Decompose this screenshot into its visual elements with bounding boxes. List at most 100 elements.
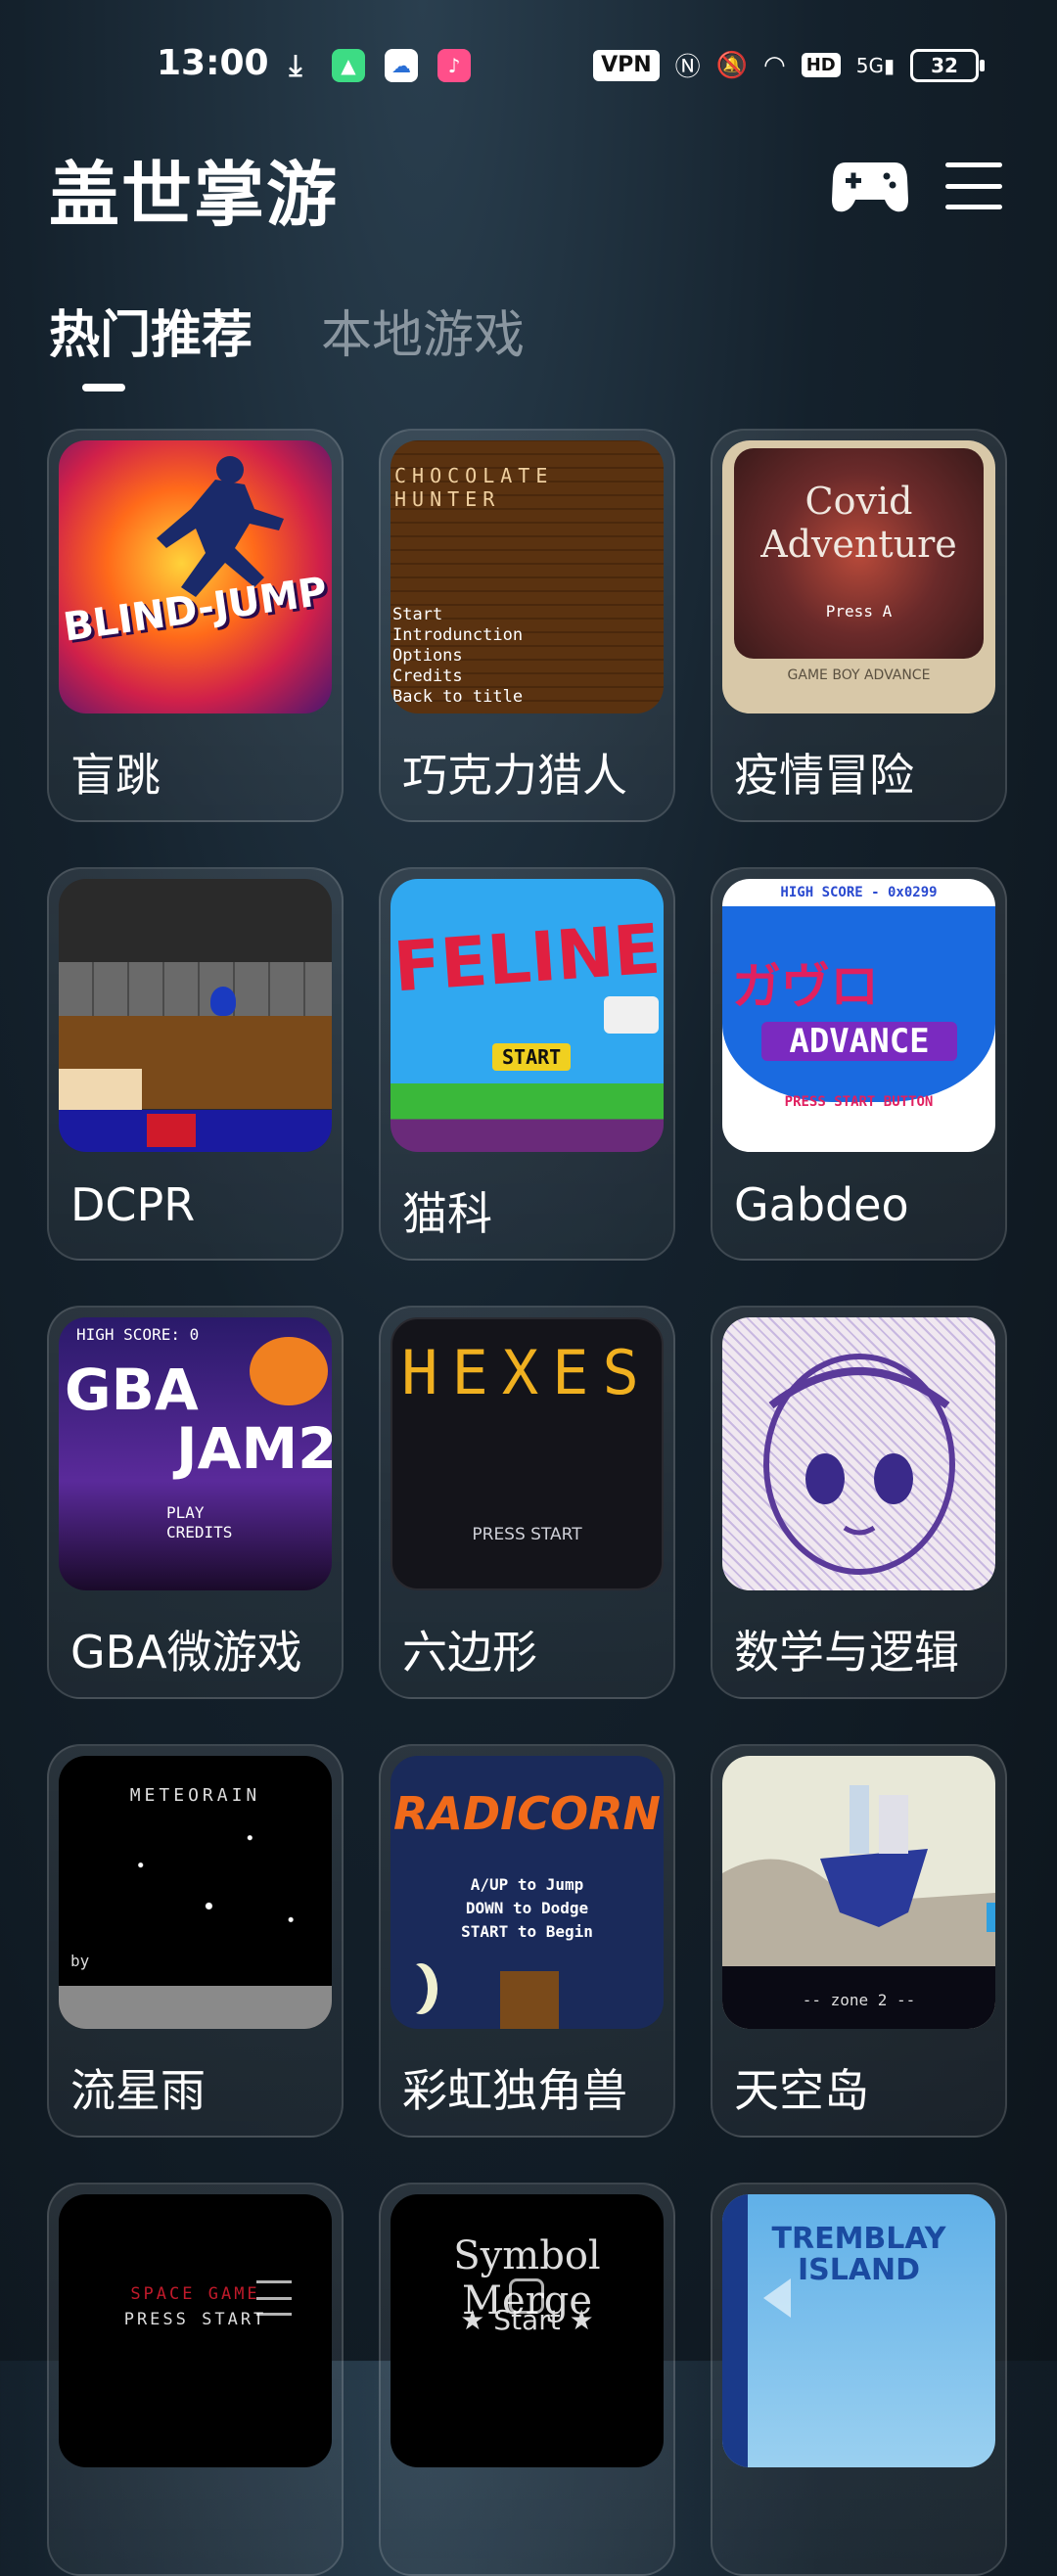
game-card[interactable]: -- zone 2 -- 天空岛	[711, 1744, 1007, 2138]
pink-app-icon: ♪	[437, 49, 471, 82]
thumbnail-menu: Start Introdunction Options Credits Back…	[392, 605, 523, 708]
cloud-app-icon: ☁	[385, 49, 418, 82]
game-name: 盲跳	[70, 749, 161, 802]
navigation-bar	[0, 2251, 1057, 2361]
thumbnail-prompt: Press A	[825, 602, 893, 621]
game-name: 疫情冒险	[734, 749, 914, 802]
thumbnail-highscore: HIGH SCORE - 0x0299	[780, 885, 938, 900]
game-card[interactable]: SPACE GAME PRESS START	[47, 2183, 344, 2576]
wifi-icon: ◠	[763, 50, 786, 80]
tab-hot[interactable]: 热门推荐	[49, 294, 253, 367]
gamepad-button[interactable]	[832, 157, 908, 215]
island-illustration	[722, 1785, 995, 2029]
download-icon: ⤓	[289, 48, 302, 83]
game-thumbnail: METEORAIN by	[59, 1756, 332, 2029]
menu-button[interactable]	[945, 162, 1002, 209]
potion-icon	[210, 987, 236, 1016]
tab-local[interactable]: 本地游戏	[321, 294, 525, 367]
game-thumbnail: FELINE START	[391, 879, 664, 1152]
start-label: START	[492, 1043, 572, 1071]
tab-indicator	[82, 384, 125, 391]
thumbnail-prompt: PRESS START BUTTON	[784, 1094, 934, 1110]
game-thumbnail	[59, 879, 332, 1152]
notification-icons: ⤓ ▲ ☁ ♪	[279, 48, 471, 83]
game-card[interactable]: HIGH SCORE: 0 GBA JAM2 PLAY CREDITS GBA微…	[47, 1306, 344, 1699]
game-thumbnail: BLIND-JUMP	[59, 440, 332, 713]
system-icons: VPN Ⓝ 🔕 ◠ HD 5G▮ 32	[593, 47, 985, 83]
thumbnail-title: HEXES	[401, 1337, 653, 1408]
signal-label: 5G	[855, 53, 884, 77]
game-card[interactable]: HIGH SCORE - 0x0299 ガヴロ ADVANCE PRESS ST…	[711, 867, 1007, 1261]
game-card[interactable]: HEXES PRESS START 六边形	[379, 1306, 675, 1699]
thumbnail-title: METEORAIN	[129, 1785, 261, 1806]
app-title: 盖世掌游	[49, 154, 340, 236]
game-thumbnail: RADICORN A/UP to Jump DOWN to Dodge STAR…	[391, 1756, 664, 2029]
android-app-icon: ▲	[332, 49, 365, 82]
game-name: DCPR	[70, 1178, 196, 1231]
menu-line: START to Begin	[461, 1922, 593, 1941]
thumbnail-title: CHOCOLATE HUNTER	[394, 464, 554, 511]
game-card[interactable]: CHOCOLATE HUNTER Start Introdunction Opt…	[379, 429, 675, 822]
home-button[interactable]	[509, 2278, 544, 2314]
thumbnail-title: FELINE	[391, 908, 664, 1008]
thumbnail-menu: PLAY CREDITS	[166, 1503, 232, 1542]
balloon-icon	[604, 996, 659, 1034]
game-name: 巧克力猎人	[402, 749, 627, 802]
game-thumbnail: HIGH SCORE: 0 GBA JAM2 PLAY CREDITS	[59, 1317, 332, 1590]
game-thumbnail	[722, 1317, 995, 1590]
recents-button[interactable]	[256, 2280, 292, 2316]
thumbnail-subtitle: JAM2	[176, 1415, 332, 1482]
menu-line: Back to title	[392, 687, 524, 707]
ground	[59, 1986, 332, 2029]
back-button[interactable]	[763, 2278, 791, 2318]
game-card[interactable]: DCPR	[47, 867, 344, 1261]
status-bar: 13:00 ⤓ ▲ ☁ ♪ VPN Ⓝ 🔕 ◠ HD 5G▮ 32	[0, 0, 1057, 137]
game-thumbnail: Covid Adventure Press A GAME BOY ADVANCE	[722, 440, 995, 713]
pumpkin-icon	[250, 1337, 328, 1405]
menu-line: Start	[392, 605, 443, 624]
game-card[interactable]: TREMBLAY ISLAND	[711, 2183, 1007, 2576]
menu-line: Introdunction	[392, 625, 524, 645]
thumbnail-title: RADICORN	[392, 1787, 662, 1840]
menu-icon-line	[256, 2280, 292, 2283]
game-thumbnail: CHOCOLATE HUNTER Start Introdunction Opt…	[391, 440, 664, 713]
game-card[interactable]: RADICORN A/UP to Jump DOWN to Dodge STAR…	[379, 1744, 675, 2138]
game-thumbnail: HEXES PRESS START	[391, 1317, 664, 1590]
thumbnail-zone: -- zone 2 --	[802, 1991, 916, 2009]
game-card[interactable]: BLIND-JUMP 盲跳	[47, 429, 344, 822]
thumbnail-credit: by	[70, 1952, 90, 1970]
hd-icon: HD	[801, 53, 841, 77]
thumbnail-menu: A/UP to Jump DOWN to Dodge START to Begi…	[391, 1873, 664, 1944]
brick-icon	[500, 1971, 559, 2029]
thumbnail-prompt: PRESS START	[472, 1525, 582, 1544]
menu-line: Credits	[392, 667, 463, 686]
menu-line: Options	[392, 646, 463, 666]
girl-illustration	[763, 1354, 955, 1575]
game-card[interactable]: FELINE START 猫科	[379, 867, 675, 1261]
thumbnail-title: GBA	[65, 1357, 199, 1423]
game-name: 六边形	[402, 1626, 537, 1679]
game-card[interactable]: METEORAIN by 流星雨	[47, 1744, 344, 2138]
battery-level: 32	[931, 53, 958, 77]
logo-kana: ガヴロ	[732, 958, 879, 1015]
thumbnail-brand: GAME BOY ADVANCE	[787, 667, 931, 683]
mute-icon: 🔕	[715, 50, 749, 80]
moon-icon	[394, 1963, 428, 2014]
game-name: 猫科	[402, 1187, 492, 1240]
health-indicator	[147, 1114, 196, 1147]
status-time: 13:00	[157, 43, 269, 83]
menu-icon-line	[256, 2296, 292, 2300]
menu-icon-line	[945, 183, 1002, 189]
game-card[interactable]: 数学与逻辑	[711, 1306, 1007, 1699]
game-card[interactable]: Symbol Merge ★ Start ★	[379, 2183, 675, 2576]
game-card[interactable]: Covid Adventure Press A GAME BOY ADVANCE…	[711, 429, 1007, 822]
game-name: 天空岛	[734, 2064, 869, 2117]
game-name: 数学与逻辑	[734, 1626, 959, 1679]
game-name: GBA微游戏	[70, 1626, 302, 1679]
game-thumbnail: -- zone 2 --	[722, 1756, 995, 2029]
vpn-icon: VPN	[593, 49, 660, 81]
game-name: 彩虹独角兽	[402, 2064, 627, 2117]
battery-icon: 32	[910, 48, 985, 82]
menu-line: A/UP to Jump	[470, 1875, 584, 1894]
game-name: 流星雨	[70, 2064, 206, 2117]
